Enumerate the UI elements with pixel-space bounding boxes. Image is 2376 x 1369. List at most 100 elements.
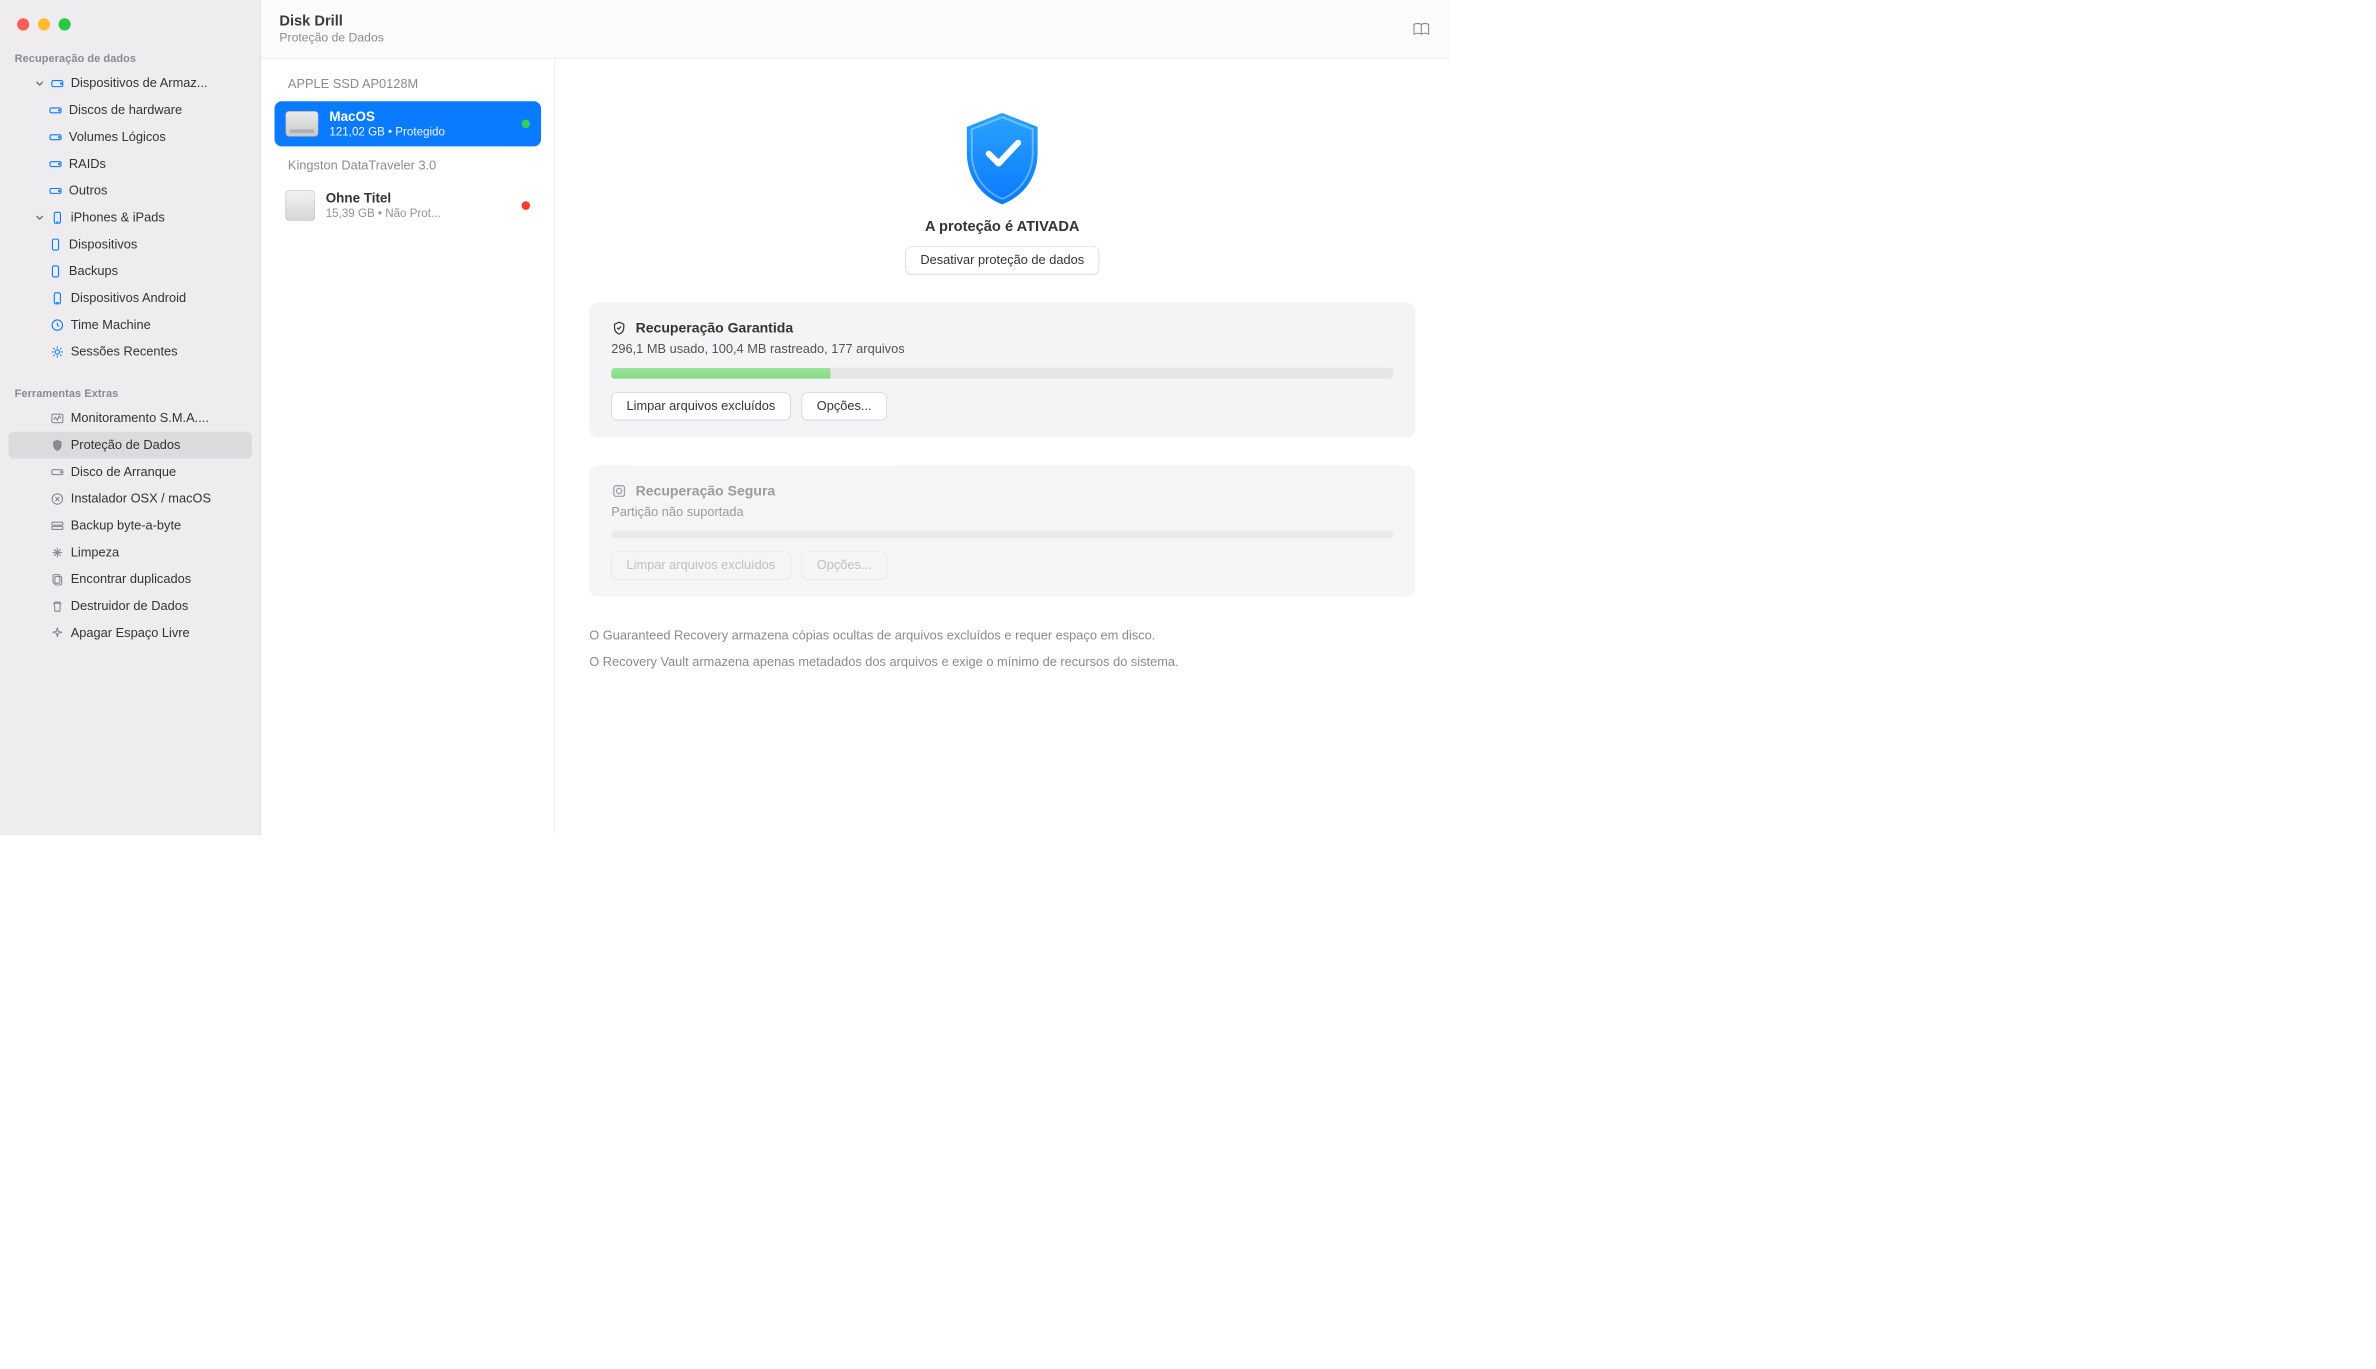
sidebar-item-label: Dispositivos Android: [71, 291, 242, 306]
disk-icon: [48, 103, 63, 118]
phone-icon: [48, 264, 63, 279]
volume-group-header: Kingston DataTraveler 3.0: [261, 150, 554, 179]
disk-icon: [50, 76, 65, 91]
volume-name: MacOS: [329, 109, 510, 125]
sidebar-item-label: Dispositivos de Armaz...: [71, 76, 242, 91]
sidebar-item-label: Destruidor de Dados: [71, 599, 242, 614]
app-title: Disk Drill: [279, 13, 383, 30]
shield-icon: [50, 438, 65, 453]
progress-fill: [611, 368, 830, 379]
sidebar-item-label: RAIDs: [69, 157, 242, 172]
minimize-window-button[interactable]: [38, 18, 50, 30]
card-title: Recuperação Garantida: [636, 320, 794, 336]
page-subtitle: Proteção de Dados: [279, 31, 383, 45]
info-footer: O Guaranteed Recovery armazena cópias oc…: [589, 625, 1415, 678]
phone-icon: [50, 210, 65, 225]
info-line-1: O Guaranteed Recovery armazena cópias oc…: [589, 625, 1415, 647]
volume-icon: [285, 190, 314, 221]
close-window-button[interactable]: [17, 18, 29, 30]
sidebar-item-label: Sessões Recentes: [71, 345, 242, 360]
sidebar-item-erase-free-space[interactable]: Apagar Espaço Livre: [9, 620, 252, 647]
phone-icon: [48, 237, 63, 252]
drive-icon: [50, 465, 65, 480]
sidebar-section-extras: Ferramentas Extras: [0, 381, 260, 405]
sidebar-item-label: Backups: [69, 264, 242, 279]
disable-protection-button[interactable]: Desativar proteção de dados: [905, 246, 1099, 274]
progress-bar: [611, 368, 1393, 379]
sidebar: Recuperação de dados Dispositivos de Arm…: [0, 0, 261, 835]
volume-icon: [285, 111, 318, 137]
sidebar-item-osx-installer[interactable]: Instalador OSX / macOS: [9, 486, 252, 513]
volume-list: APPLE SSD AP0128M MacOS 121,02 GB • Prot…: [261, 59, 555, 836]
sidebar-item-hardware-disks[interactable]: Discos de hardware: [9, 97, 252, 124]
zoom-window-button[interactable]: [59, 18, 71, 30]
sidebar-item-label: Monitoramento S.M.A....: [71, 411, 242, 426]
options-button-disabled: Opções...: [802, 551, 887, 579]
clock-icon: [50, 318, 65, 333]
volume-name: Ohne Titel: [326, 190, 511, 206]
sidebar-item-raids[interactable]: RAIDs: [9, 151, 252, 178]
sidebar-item-others[interactable]: Outros: [9, 178, 252, 205]
chevron-down-icon: [35, 214, 44, 223]
target-icon: [611, 483, 627, 499]
trash-icon: [50, 599, 65, 614]
activity-icon: [50, 411, 65, 426]
sidebar-item-byte-backup[interactable]: Backup byte-a-byte: [9, 512, 252, 539]
sidebar-item-devices[interactable]: Dispositivos: [9, 231, 252, 258]
sidebar-item-label: Instalador OSX / macOS: [71, 492, 242, 507]
sidebar-item-label: Proteção de Dados: [71, 438, 242, 453]
sidebar-item-logical-volumes[interactable]: Volumes Lógicos: [9, 124, 252, 151]
status-dot-unprotected-icon: [522, 201, 531, 210]
sidebar-item-find-duplicates[interactable]: Encontrar duplicados: [9, 566, 252, 593]
sidebar-item-label: Time Machine: [71, 318, 242, 333]
sidebar-item-data-shredder[interactable]: Destruidor de Dados: [9, 593, 252, 620]
sidebar-item-label: Backup byte-a-byte: [71, 519, 242, 534]
layers-icon: [50, 519, 65, 534]
shield-outline-icon: [611, 320, 627, 336]
chevron-down-icon: [35, 79, 44, 88]
sidebar-item-label: Limpeza: [71, 545, 242, 560]
sidebar-item-boot-disk[interactable]: Disco de Arranque: [9, 459, 252, 486]
disk-icon: [48, 184, 63, 199]
titlebar: Disk Drill Proteção de Dados: [261, 0, 1449, 59]
sidebar-item-recent-sessions[interactable]: Sessões Recentes: [9, 339, 252, 366]
disk-icon: [48, 157, 63, 172]
volume-item-ohne-titel[interactable]: Ohne Titel 15,39 GB • Não Prot...: [275, 183, 542, 228]
sidebar-item-android[interactable]: Dispositivos Android: [9, 285, 252, 312]
sparkle-icon: [50, 626, 65, 641]
sidebar-item-backups[interactable]: Backups: [9, 258, 252, 285]
sparkle-icon: [50, 545, 65, 560]
gear-icon: [50, 345, 65, 360]
documents-icon: [50, 572, 65, 587]
phone-icon: [50, 291, 65, 306]
options-button[interactable]: Opções...: [802, 392, 887, 420]
sidebar-item-cleanup[interactable]: Limpeza: [9, 539, 252, 566]
sidebar-item-label: Disco de Arranque: [71, 465, 242, 480]
clear-deleted-files-button-disabled: Limpar arquivos excluídos: [611, 551, 790, 579]
card-guaranteed-recovery: Recuperação Garantida 296,1 MB usado, 10…: [589, 303, 1415, 438]
sidebar-item-time-machine[interactable]: Time Machine: [9, 312, 252, 339]
sidebar-item-label: Dispositivos: [69, 237, 242, 252]
sidebar-item-label: iPhones & iPads: [71, 210, 242, 225]
disk-icon: [48, 130, 63, 145]
card-secure-recovery: Recuperação Segura Partição não suportad…: [589, 465, 1415, 596]
volume-item-macos[interactable]: MacOS 121,02 GB • Protegido: [275, 101, 542, 146]
sidebar-item-storage-devices[interactable]: Dispositivos de Armaz...: [9, 70, 252, 97]
progress-bar-disabled: [611, 531, 1393, 538]
info-line-2: O Recovery Vault armazena apenas metadad…: [589, 651, 1415, 673]
card-subtitle: 296,1 MB usado, 100,4 MB rastreado, 177 …: [611, 342, 1393, 357]
sidebar-section-recovery: Recuperação de dados: [0, 46, 260, 70]
book-icon[interactable]: [1412, 20, 1432, 37]
clear-deleted-files-button[interactable]: Limpar arquivos excluídos: [611, 392, 790, 420]
status-dot-protected-icon: [522, 120, 531, 129]
sidebar-item-smart[interactable]: Monitoramento S.M.A....: [9, 405, 252, 432]
sidebar-item-label: Discos de hardware: [69, 103, 242, 118]
sidebar-item-label: Encontrar duplicados: [71, 572, 242, 587]
x-circle-icon: [50, 492, 65, 507]
detail-pane: A proteção é ATIVADA Desativar proteção …: [555, 59, 1449, 836]
sidebar-item-label: Volumes Lógicos: [69, 130, 242, 145]
protection-status: A proteção é ATIVADA: [925, 218, 1080, 235]
sidebar-item-data-protection[interactable]: Proteção de Dados: [9, 432, 252, 459]
sidebar-item-iphones-ipads[interactable]: iPhones & iPads: [9, 204, 252, 231]
card-subtitle: Partição não suportada: [611, 505, 1393, 520]
